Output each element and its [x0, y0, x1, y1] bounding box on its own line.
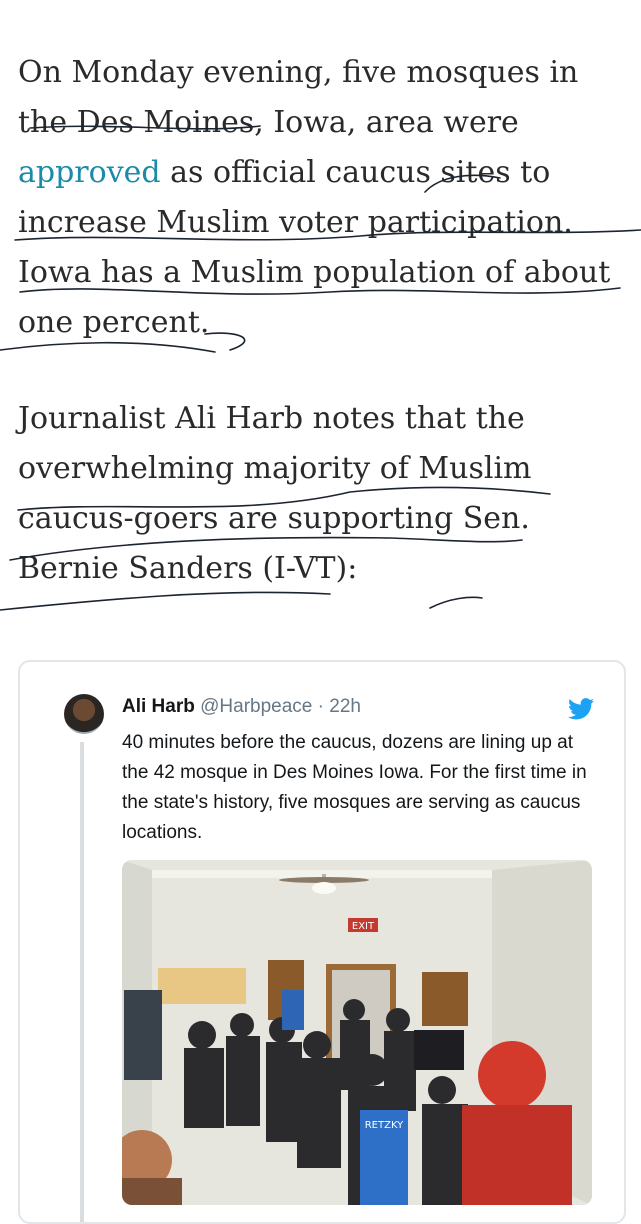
article-body: On Monday evening, five mosques in the D… [18, 48, 628, 594]
tweet-photo[interactable]: EXIT RETZKY [122, 860, 592, 1205]
thread-line [80, 742, 84, 1222]
avatar[interactable] [64, 694, 104, 734]
exit-sign: EXIT [352, 921, 375, 932]
tweet-header: Ali Harb @Harbpeace · 22h [122, 696, 361, 718]
tweet-separator: · [312, 696, 330, 717]
tweet-text: 40 minutes before the caucus, dozens are… [122, 732, 587, 843]
tweet-author-name[interactable]: Ali Harb [122, 696, 195, 717]
tweet-timestamp[interactable]: 22h [329, 696, 361, 717]
twitter-bird-icon[interactable] [568, 698, 594, 720]
shirt-lettering: RETZKY [365, 1120, 404, 1131]
tweet-author-handle[interactable]: @Harbpeace [200, 696, 312, 717]
paragraph-1-text-start: On Monday evening, five mosques in the D… [18, 55, 579, 140]
paragraph-mosques: On Monday evening, five mosques in the D… [18, 48, 628, 348]
paragraph-journalist: Journalist Ali Harb notes that the overw… [18, 401, 532, 586]
approved-link[interactable]: approved [18, 155, 161, 190]
embedded-tweet[interactable]: Ali Harb @Harbpeace · 22h 40 minutes bef… [18, 660, 626, 1224]
